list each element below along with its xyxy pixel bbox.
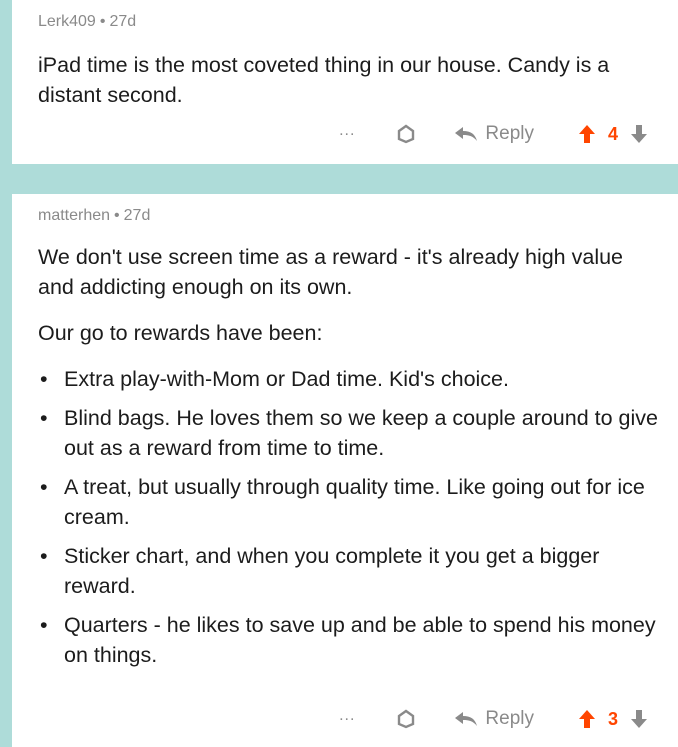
award-icon[interactable]: [395, 123, 417, 145]
award-icon[interactable]: [395, 708, 417, 730]
list-item: A treat, but usually through quality tim…: [38, 472, 664, 532]
reply-button[interactable]: Reply: [453, 123, 534, 145]
comment-actions: ... Reply 4: [339, 122, 648, 145]
list-item: Quarters - he likes to save up and be ab…: [38, 610, 664, 670]
comment-meta: Lerk409 • 27d: [38, 13, 136, 31]
reply-label: Reply: [485, 708, 534, 729]
comment-paragraph: Our go to rewards have been:: [38, 321, 323, 345]
comment-body: We don't use screen time as a reward - i…: [38, 242, 664, 679]
more-dots-icon[interactable]: ...: [339, 122, 355, 140]
comment-card: matterhen • 27d We don't use screen time a…: [12, 194, 678, 747]
upvote-arrow-icon[interactable]: [578, 709, 596, 729]
comment-age: 27d: [109, 13, 137, 30]
comment-card: Lerk409 • 27d iPad time is the most covete…: [12, 0, 678, 164]
upvote-arrow-icon[interactable]: [578, 124, 596, 144]
comment-age: 27d: [123, 207, 151, 224]
comment-paragraph: We don't use screen time as a reward - i…: [38, 245, 624, 299]
downvote-arrow-icon[interactable]: [630, 709, 648, 729]
reply-arrow-icon: [455, 712, 478, 726]
comment-meta: matterhen • 27d: [38, 207, 150, 225]
list-item: Blind bags. He loves them so we keep a c…: [38, 403, 664, 463]
reward-list: Extra play-with-Mom or Dad time. Kid's c…: [38, 364, 664, 670]
vote-score: 4: [607, 123, 618, 144]
vote-score: 3: [607, 708, 618, 729]
downvote-arrow-icon[interactable]: [630, 124, 648, 144]
comment-actions: ... Reply 3: [339, 707, 648, 730]
list-item: Extra play-with-Mom or Dad time. Kid's c…: [38, 364, 664, 394]
reply-button[interactable]: Reply: [453, 708, 534, 730]
list-item: Sticker chart, and when you complete it …: [38, 541, 664, 601]
more-dots-icon[interactable]: ...: [339, 707, 355, 725]
vote-controls: 3: [578, 709, 648, 730]
reply-label: Reply: [485, 123, 534, 144]
comment-body: iPad time is the most coveted thing in o…: [38, 50, 664, 126]
username[interactable]: matterhen: [38, 207, 110, 224]
separator: •: [114, 207, 120, 224]
reply-arrow-icon: [455, 127, 478, 141]
username[interactable]: Lerk409: [38, 13, 96, 30]
vote-controls: 4: [578, 124, 648, 145]
separator: •: [99, 13, 106, 30]
comment-paragraph: iPad time is the most coveted thing in o…: [38, 53, 610, 107]
